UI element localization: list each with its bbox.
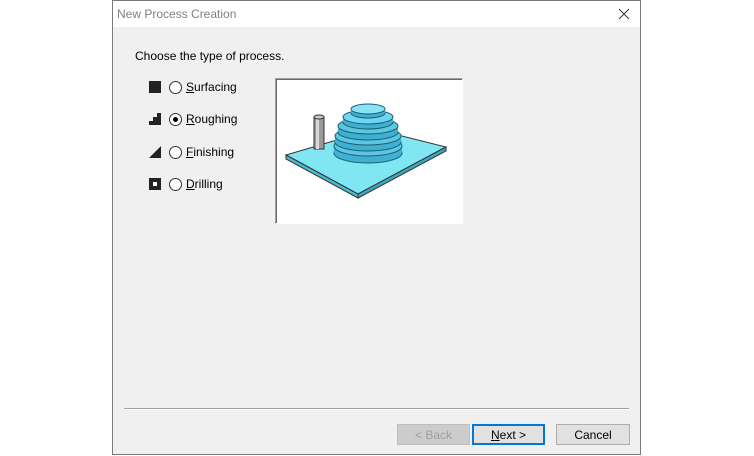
option-finishing[interactable]: Finishing: [149, 143, 234, 161]
prompt-text: Choose the type of process.: [135, 49, 285, 63]
back-button-label: < Back: [414, 427, 453, 442]
close-icon: [618, 8, 630, 20]
triangle-slope-icon: [149, 146, 161, 158]
next-button[interactable]: Next >: [472, 424, 545, 445]
option-label: Finishing: [186, 145, 235, 159]
filled-square-icon: [149, 81, 161, 93]
radio-drilling[interactable]: [169, 177, 182, 191]
next-button-label: Next >: [490, 427, 527, 442]
hole-square-icon: [149, 178, 161, 190]
title-bar: New Process Creation: [113, 1, 640, 27]
option-surfacing[interactable]: Surfacing: [149, 78, 237, 96]
radio-surfacing[interactable]: [169, 80, 182, 94]
option-label: Drilling: [186, 177, 223, 191]
staircase-icon: [149, 113, 161, 125]
option-label: Roughing: [186, 112, 238, 126]
roughing-preview-illustration: [284, 103, 448, 199]
option-label: Surfacing: [186, 80, 237, 94]
cancel-button[interactable]: Cancel: [556, 424, 630, 445]
back-button[interactable]: < Back: [397, 424, 470, 445]
option-drilling[interactable]: Drilling: [149, 175, 223, 193]
cancel-button-label: Cancel: [574, 427, 612, 442]
option-roughing[interactable]: Roughing: [149, 110, 237, 128]
radio-finishing[interactable]: [169, 145, 182, 159]
close-button[interactable]: [612, 3, 636, 25]
radio-roughing[interactable]: [169, 112, 182, 126]
new-process-dialog: New Process Creation Choose the type of …: [112, 0, 641, 455]
dialog-title: New Process Creation: [117, 7, 237, 21]
footer-divider: [124, 408, 629, 410]
process-preview: [275, 78, 463, 224]
